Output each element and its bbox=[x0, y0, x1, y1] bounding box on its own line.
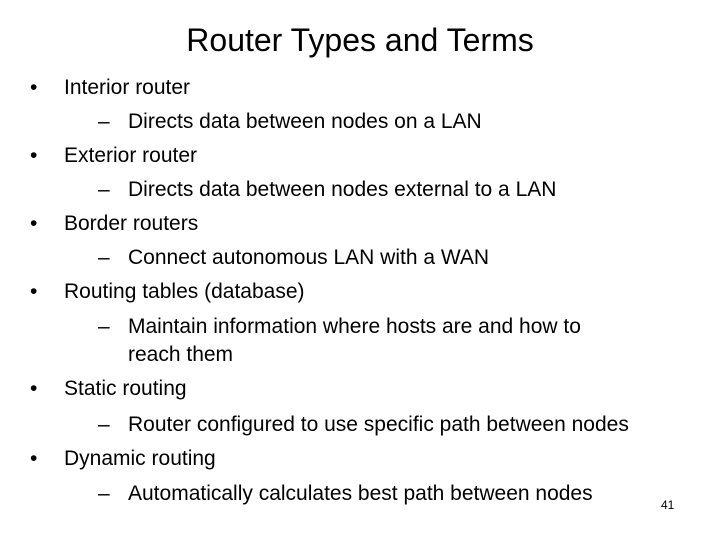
dash-icon: – bbox=[98, 315, 110, 338]
bullet-item-border-routers: Border routers bbox=[64, 212, 199, 235]
bullet-icon: • bbox=[30, 144, 38, 167]
dash-icon: – bbox=[98, 413, 110, 436]
slide-title: Router Types and Terms bbox=[186, 22, 534, 58]
dash-icon: – bbox=[98, 482, 110, 505]
sub-item: Router configured to use specific path b… bbox=[128, 413, 629, 436]
bullet-item-routing-tables: Routing tables (database) bbox=[64, 280, 305, 303]
bullet-icon: • bbox=[30, 377, 38, 400]
bullet-icon: • bbox=[30, 447, 38, 470]
dash-icon: – bbox=[98, 110, 110, 133]
bullet-item-interior-router: Interior router bbox=[64, 76, 191, 99]
sub-item: Directs data between nodes external to a… bbox=[128, 178, 557, 201]
bullet-icon: • bbox=[30, 280, 38, 303]
sub-item: Maintain information where hosts are and… bbox=[128, 315, 581, 338]
bullet-item-static-routing: Static routing bbox=[64, 377, 187, 400]
bullet-icon: • bbox=[30, 212, 38, 235]
bullet-item-dynamic-routing: Dynamic routing bbox=[64, 447, 216, 470]
sub-item: Automatically calculates best path betwe… bbox=[128, 482, 593, 505]
sub-item: Connect autonomous LAN with a WAN bbox=[128, 246, 490, 269]
page-number: 41 bbox=[661, 498, 675, 512]
bullet-item-exterior-router: Exterior router bbox=[64, 144, 198, 167]
sub-item-continuation: reach them bbox=[128, 343, 234, 366]
dash-icon: – bbox=[98, 178, 110, 201]
dash-icon: – bbox=[98, 246, 110, 269]
sub-item: Directs data between nodes on a LAN bbox=[128, 110, 482, 133]
bullet-icon: • bbox=[30, 76, 38, 99]
